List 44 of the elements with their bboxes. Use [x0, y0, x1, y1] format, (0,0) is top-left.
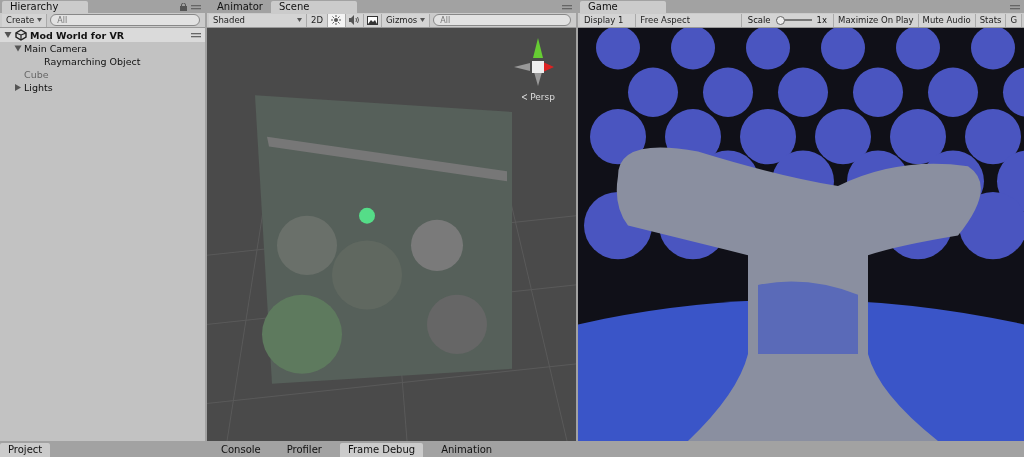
toggle-button[interactable]: Mute Audio	[918, 13, 976, 27]
shading-dropdown[interactable]: Shaded	[209, 13, 307, 27]
hierarchy-tab[interactable]: Hierarchy	[2, 1, 88, 13]
display-dropdown[interactable]: Display 1	[580, 13, 637, 27]
toggle-button[interactable]: Maximize On Play	[834, 13, 919, 27]
hierarchy-item[interactable]: Lights	[24, 82, 53, 93]
panel-tab[interactable]: Scene	[271, 1, 357, 13]
panel-tab[interactable]: Animator	[209, 1, 271, 13]
menu-icon[interactable]	[191, 4, 201, 10]
mode-2d-button[interactable]: 2D	[307, 13, 328, 27]
scale-slider[interactable]	[775, 15, 812, 25]
hierarchy-item[interactable]: Main Camera	[24, 43, 87, 54]
menu-icon[interactable]	[191, 32, 201, 38]
collapse-arrow-icon[interactable]	[14, 84, 22, 91]
lighting-toggle[interactable]	[327, 13, 346, 27]
panel-tab[interactable]: Frame Debug	[339, 443, 424, 457]
panel-tab[interactable]: Animation	[433, 443, 501, 457]
chevron-icon	[521, 94, 529, 100]
toggle-button[interactable]: Stats	[975, 13, 1007, 27]
expand-arrow-icon[interactable]	[14, 45, 22, 52]
menu-icon[interactable]	[562, 4, 572, 10]
dropdown-caret-icon	[420, 18, 426, 22]
projection-label[interactable]: Persp	[530, 92, 555, 102]
lock-icon[interactable]	[180, 3, 187, 11]
effects-toggle[interactable]	[363, 13, 382, 27]
dropdown-caret-icon	[297, 18, 302, 22]
aspect-dropdown[interactable]: Free Aspect	[636, 13, 742, 27]
gizmos-dropdown[interactable]: Gizmos	[381, 13, 431, 27]
hierarchy-item[interactable]: Raymarching Object	[44, 56, 141, 67]
game-tab[interactable]: Game	[580, 1, 666, 13]
panel-tab[interactable]: Console	[213, 443, 269, 457]
unity-logo-icon	[15, 29, 27, 41]
toggle-button[interactable]: G	[1006, 13, 1022, 27]
audio-toggle[interactable]	[345, 13, 364, 27]
expand-arrow-icon[interactable]	[4, 32, 12, 38]
search-field[interactable]: All	[433, 14, 571, 26]
search-field[interactable]: All	[50, 14, 200, 26]
create-dropdown[interactable]: Create	[2, 13, 48, 27]
scale-value: 1x	[816, 15, 828, 25]
dropdown-caret-icon	[37, 18, 43, 22]
project-tab[interactable]: Project	[0, 443, 51, 457]
panel-tab[interactable]: Profiler	[278, 443, 330, 457]
menu-icon[interactable]	[1010, 4, 1020, 10]
scale-label: Scale	[747, 15, 771, 25]
